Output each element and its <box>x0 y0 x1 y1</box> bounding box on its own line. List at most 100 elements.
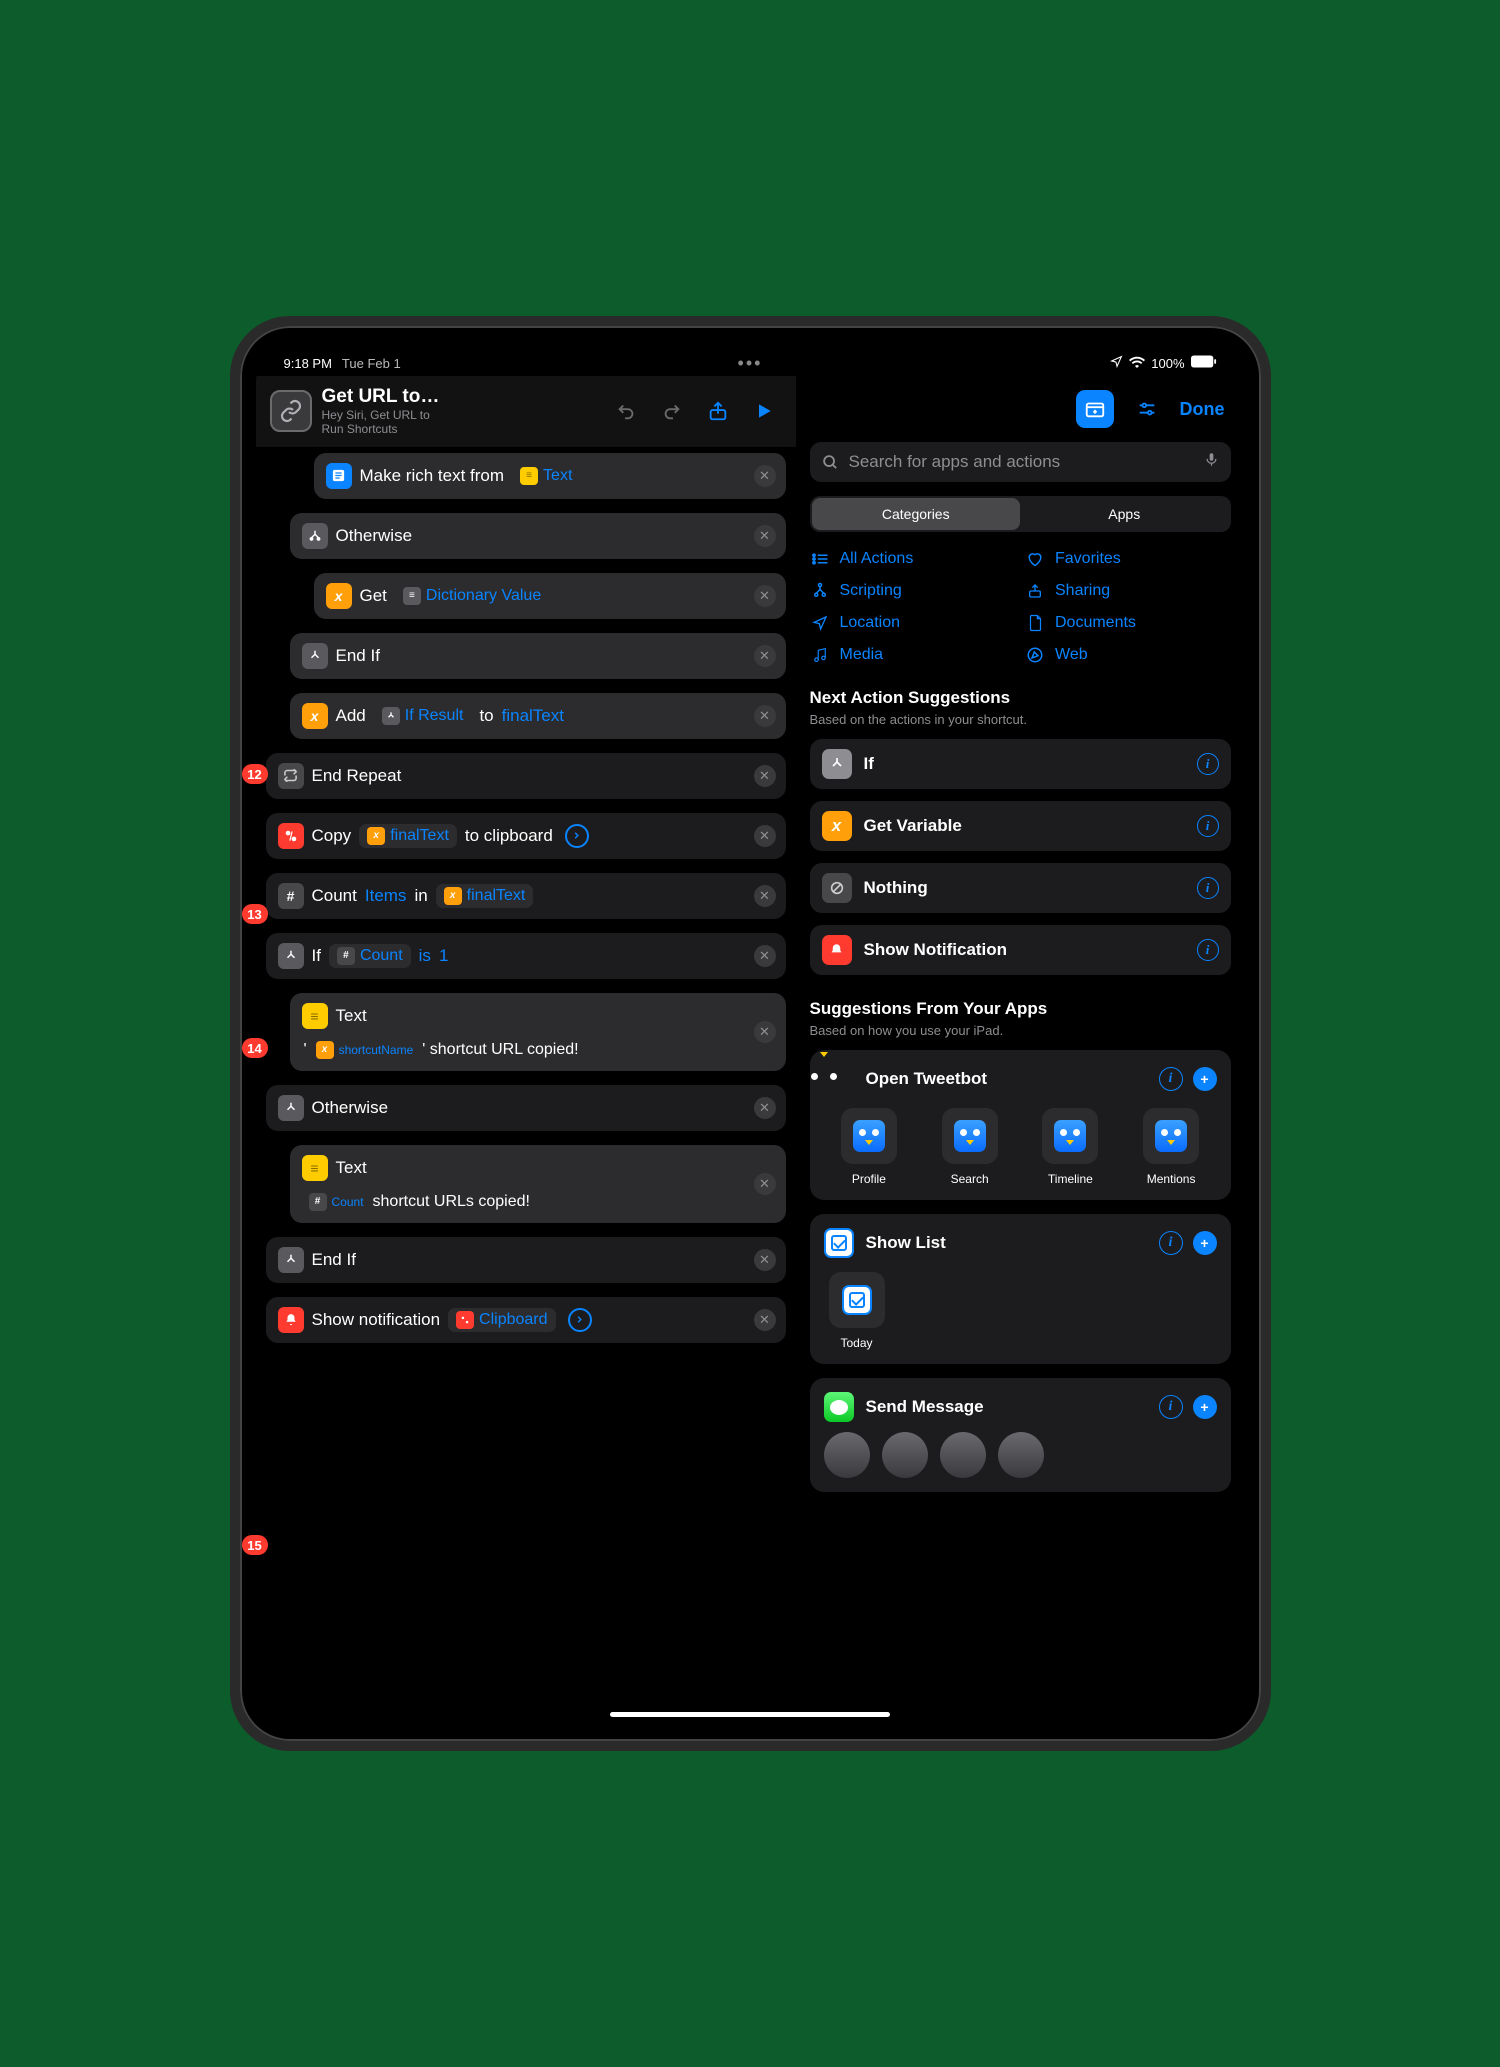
settings-button[interactable] <box>1128 390 1166 428</box>
count-token[interactable]: #Count <box>304 1191 369 1213</box>
cat-media[interactable]: Media <box>810 646 1016 664</box>
remove-icon[interactable]: ✕ <box>754 825 776 847</box>
seg-apps[interactable]: Apps <box>1020 498 1229 530</box>
app-title[interactable]: Open Tweetbot <box>866 1069 988 1089</box>
info-icon[interactable]: i <box>1197 877 1219 899</box>
cat-location[interactable]: Location <box>810 614 1016 632</box>
contact-avatar[interactable] <box>998 1432 1044 1478</box>
search-input[interactable]: Search for apps and actions <box>810 442 1231 482</box>
info-icon[interactable]: i <box>1197 939 1219 961</box>
action-list[interactable]: Make rich text from ≡Text ✕ Otherwise ✕ … <box>256 447 796 1725</box>
finaltext-token[interactable]: xfinalText <box>359 824 457 848</box>
sugg-get-variable[interactable]: x Get Variablei <box>810 801 1231 851</box>
remove-icon[interactable]: ✕ <box>754 585 776 607</box>
seg-categories[interactable]: Categories <box>812 498 1021 530</box>
expand-icon[interactable] <box>568 1308 592 1332</box>
action-otherwise[interactable]: Otherwise ✕ <box>290 513 786 559</box>
remove-icon[interactable]: ✕ <box>754 705 776 727</box>
shortcut-title[interactable]: Get URL to… <box>322 386 598 408</box>
remove-icon[interactable]: ✕ <box>754 465 776 487</box>
undo-button[interactable] <box>608 393 644 429</box>
items-param[interactable]: Items <box>365 886 407 906</box>
info-icon[interactable]: i <box>1197 815 1219 837</box>
app-title[interactable]: Show List <box>866 1233 946 1253</box>
action-copy-clipboard[interactable]: Copy xfinalText to clipboard ✕ <box>266 813 786 859</box>
richtext-icon <box>326 463 352 489</box>
run-button[interactable] <box>746 393 782 429</box>
action-get-dict-value[interactable]: x Get ≡Dictionary Value ✕ <box>314 573 786 619</box>
add-icon[interactable]: + <box>1193 1395 1217 1419</box>
done-button[interactable]: Done <box>1180 399 1225 420</box>
count-token[interactable]: #Count <box>329 944 411 968</box>
sugg-nothing[interactable]: Nothingi <box>810 863 1231 913</box>
action-text-2[interactable]: ≡ Text ✕ #Count shortcut URLs copied! <box>290 1145 786 1223</box>
op[interactable]: is <box>419 946 431 966</box>
var-name[interactable]: finalText <box>502 706 564 726</box>
action-make-rich-text[interactable]: Make rich text from ≡Text ✕ <box>314 453 786 499</box>
action-end-if-2[interactable]: End If ✕ <box>266 1237 786 1283</box>
action-text-1[interactable]: ≡ Text ✕ ' xshortcutName ' shortcut URL … <box>290 993 786 1071</box>
remove-icon[interactable]: ✕ <box>754 1021 776 1043</box>
val[interactable]: 1 <box>439 946 448 966</box>
remove-icon[interactable]: ✕ <box>754 885 776 907</box>
shortcutname-token[interactable]: xshortcutName <box>311 1039 419 1061</box>
cat-web[interactable]: Web <box>1025 646 1231 664</box>
expand-icon[interactable] <box>565 824 589 848</box>
share-button[interactable] <box>700 393 736 429</box>
tweetbot-search[interactable]: Search <box>924 1108 1015 1186</box>
info-icon[interactable]: i <box>1159 1395 1183 1419</box>
multitask-icon[interactable]: ••• <box>738 353 763 374</box>
cat-sharing[interactable]: Sharing <box>1025 582 1231 600</box>
info-icon[interactable]: i <box>1197 753 1219 775</box>
tweetbot-timeline[interactable]: Timeline <box>1025 1108 1116 1186</box>
cat-documents[interactable]: Documents <box>1025 614 1231 632</box>
shortcut-icon[interactable] <box>270 390 312 432</box>
text-content[interactable]: ' xshortcutName ' shortcut URL copied! <box>302 1039 774 1061</box>
remove-icon[interactable]: ✕ <box>754 1249 776 1271</box>
home-indicator[interactable] <box>610 1712 890 1717</box>
add-icon[interactable]: + <box>1193 1231 1217 1255</box>
cat-scripting[interactable]: Scripting <box>810 582 1016 600</box>
action-end-if[interactable]: End If ✕ <box>290 633 786 679</box>
if-result-token[interactable]: If Result <box>374 704 472 728</box>
info-icon[interactable]: i <box>1159 1231 1183 1255</box>
remove-icon[interactable]: ✕ <box>754 1173 776 1195</box>
sugg-if[interactable]: Ifi <box>810 739 1231 789</box>
things-today[interactable]: Today <box>824 1272 890 1350</box>
finaltext-token[interactable]: xfinalText <box>436 884 534 908</box>
device-frame: 9:18 PM Tue Feb 1 ••• 100% <box>230 316 1271 1751</box>
add-icon[interactable]: + <box>1193 1067 1217 1091</box>
redo-button[interactable] <box>654 393 690 429</box>
action-add-variable[interactable]: x Add If Result to finalText ✕ <box>290 693 786 739</box>
remove-icon[interactable]: ✕ <box>754 945 776 967</box>
library-button[interactable] <box>1076 390 1114 428</box>
mic-icon[interactable] <box>1204 451 1219 473</box>
action-end-repeat[interactable]: End Repeat ✕ <box>266 753 786 799</box>
contact-avatar[interactable] <box>824 1432 870 1478</box>
action-if[interactable]: If #Count is 1 ✕ <box>266 933 786 979</box>
cat-favorites[interactable]: Favorites <box>1025 550 1231 568</box>
info-icon[interactable]: i <box>1159 1067 1183 1091</box>
cat-all-actions[interactable]: All Actions <box>810 550 1016 568</box>
contact-avatar[interactable] <box>940 1432 986 1478</box>
action-count[interactable]: # Count Items in xfinalText ✕ <box>266 873 786 919</box>
contact-avatar[interactable] <box>882 1432 928 1478</box>
clipboard-token[interactable]: Clipboard <box>448 1308 555 1332</box>
tweetbot-mentions[interactable]: Mentions <box>1126 1108 1217 1186</box>
remove-icon[interactable]: ✕ <box>754 1309 776 1331</box>
remove-icon[interactable]: ✕ <box>754 1097 776 1119</box>
action-show-notification[interactable]: Show notification Clipboard ✕ <box>266 1297 786 1343</box>
remove-icon[interactable]: ✕ <box>754 765 776 787</box>
text-content[interactable]: #Count shortcut URLs copied! <box>302 1191 774 1213</box>
action-otherwise-2[interactable]: Otherwise ✕ <box>266 1085 786 1131</box>
text-token[interactable]: ≡Text <box>512 464 580 488</box>
branch-icon <box>822 749 852 779</box>
tweetbot-profile[interactable]: Profile <box>824 1108 915 1186</box>
var-icon: x <box>822 811 852 841</box>
segment-control[interactable]: Categories Apps <box>810 496 1231 532</box>
remove-icon[interactable]: ✕ <box>754 525 776 547</box>
app-title[interactable]: Send Message <box>866 1397 984 1417</box>
dict-token[interactable]: ≡Dictionary Value <box>395 584 549 608</box>
sugg-show-notification[interactable]: Show Notificationi <box>810 925 1231 975</box>
remove-icon[interactable]: ✕ <box>754 645 776 667</box>
